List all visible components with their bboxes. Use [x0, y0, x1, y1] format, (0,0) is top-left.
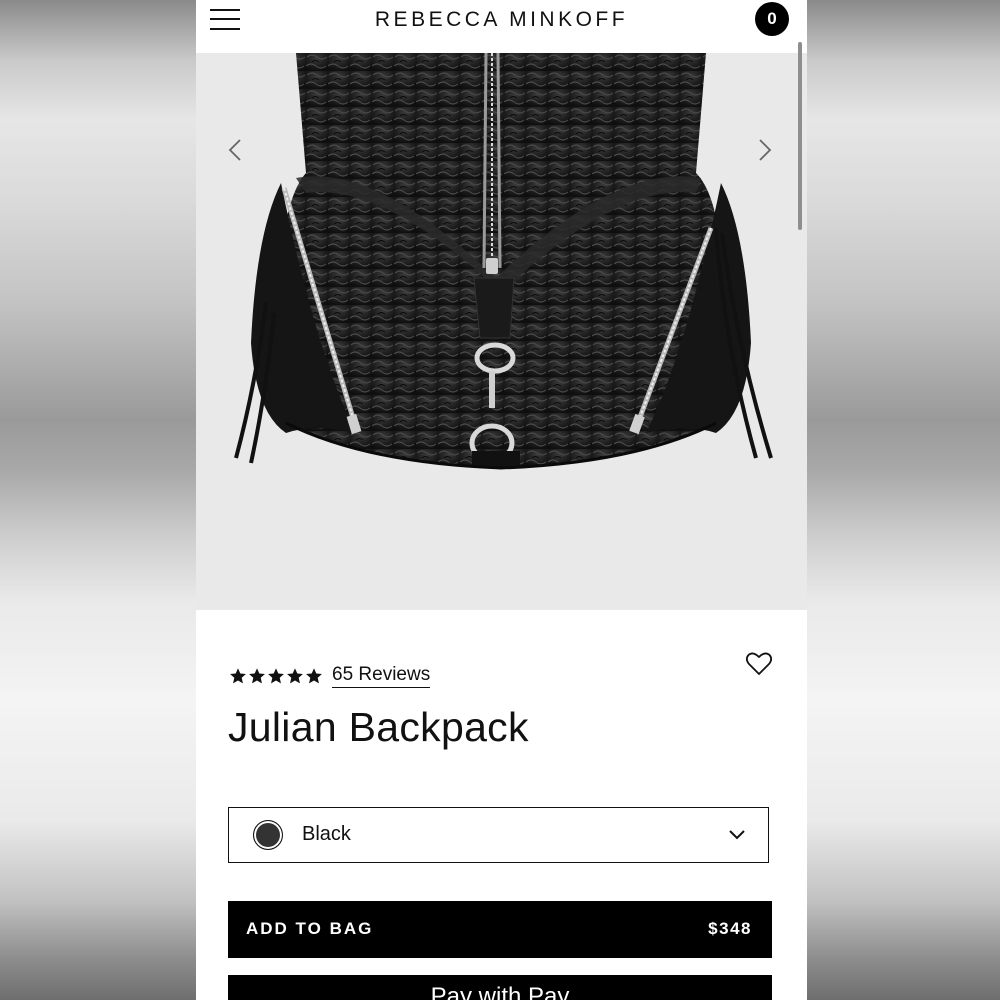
color-select[interactable]: Black — [228, 807, 769, 863]
star-icon — [268, 668, 284, 684]
blurred-background-right — [807, 0, 1000, 1000]
cart-button[interactable]: 0 — [755, 2, 789, 36]
product-info: 65 Reviews Julian Backpack Black ADD TO … — [196, 610, 807, 1000]
blurred-background-left — [0, 0, 196, 1000]
chevron-right-icon[interactable] — [750, 135, 780, 165]
apple-pay-label: Pay with Pay — [430, 983, 570, 1000]
add-to-bag-button[interactable]: ADD TO BAG $348 — [228, 901, 772, 958]
mobile-page: REBECCA MINKOFF 0 65 Reviews Julian Back… — [196, 0, 807, 1000]
product-gallery[interactable] — [196, 53, 807, 610]
chevron-left-icon[interactable] — [220, 135, 250, 165]
chevron-down-icon — [729, 830, 745, 840]
color-swatch — [253, 820, 283, 850]
brand-logo[interactable]: REBECCA MINKOFF — [196, 8, 807, 32]
color-label: Black — [302, 823, 351, 845]
star-rating — [229, 667, 323, 685]
site-header: REBECCA MINKOFF 0 — [196, 0, 807, 53]
reviews-link[interactable]: 65 Reviews — [332, 664, 431, 688]
star-icon — [249, 668, 265, 684]
scrollbar[interactable] — [798, 42, 802, 230]
heart-icon[interactable] — [745, 650, 773, 678]
product-image — [234, 53, 773, 470]
price: $348 — [708, 919, 752, 938]
rating: 65 Reviews — [229, 663, 431, 689]
add-to-bag-label: ADD TO BAG — [246, 919, 374, 938]
apple-pay-button[interactable]: Pay with Pay — [228, 975, 772, 1000]
product-title: Julian Backpack — [228, 704, 529, 750]
star-icon — [306, 668, 322, 684]
star-icon — [230, 668, 246, 684]
star-icon — [287, 668, 303, 684]
